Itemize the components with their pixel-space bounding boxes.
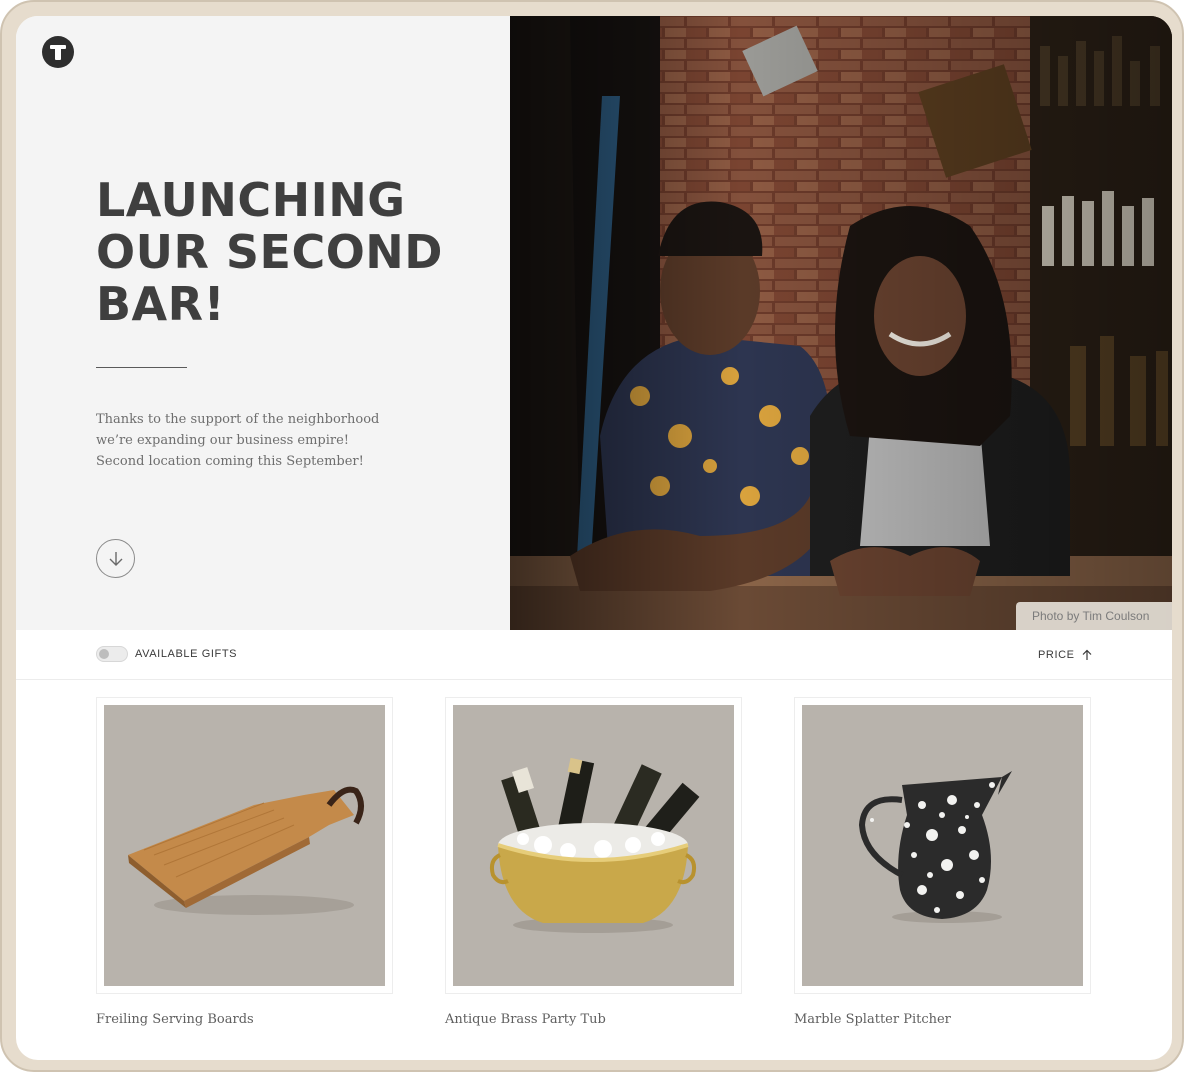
toggle-knob bbox=[99, 649, 109, 659]
hero-blurb: Thanks to the support of the neighborhoo… bbox=[96, 412, 380, 469]
product-image-frame[interactable] bbox=[794, 697, 1091, 994]
hero-section: LAUNCHING OUR SECOND BAR! Thanks to the … bbox=[16, 16, 1172, 630]
product-card: Antique Brass Party Tub bbox=[445, 697, 742, 1027]
sort-label: PRICE bbox=[1038, 649, 1075, 661]
scroll-down-button[interactable] bbox=[96, 539, 135, 578]
arrow-up-icon bbox=[1082, 649, 1092, 660]
screen: LAUNCHING OUR SECOND BAR! Thanks to the … bbox=[16, 16, 1172, 1060]
available-gifts-label: AVAILABLE GIFTS bbox=[135, 648, 238, 660]
hero-headline: LAUNCHING OUR SECOND BAR! bbox=[96, 173, 443, 331]
product-name[interactable]: Freiling Serving Boards bbox=[96, 1012, 393, 1027]
photo-credit: Photo by Tim Coulson bbox=[1016, 602, 1172, 630]
product-card: Marble Splatter Pitcher bbox=[794, 697, 1091, 1027]
product-name[interactable]: Marble Splatter Pitcher bbox=[794, 1012, 1091, 1027]
headline-divider bbox=[96, 367, 187, 368]
hero-photo: Photo by Tim Coulson bbox=[510, 16, 1172, 630]
t-logo-icon[interactable] bbox=[42, 36, 74, 68]
device-frame: LAUNCHING OUR SECOND BAR! Thanks to the … bbox=[0, 0, 1184, 1072]
pitcher-image bbox=[802, 705, 1083, 986]
serving-board-image bbox=[104, 705, 385, 986]
party-tub-image bbox=[453, 705, 734, 986]
product-name[interactable]: Antique Brass Party Tub bbox=[445, 1012, 742, 1027]
product-image-frame[interactable] bbox=[96, 697, 393, 994]
product-image-frame[interactable] bbox=[445, 697, 742, 994]
filter-bar: AVAILABLE GIFTS PRICE bbox=[16, 630, 1172, 680]
available-gifts-toggle[interactable] bbox=[96, 646, 128, 662]
arrow-down-circle-icon bbox=[109, 552, 123, 566]
hero-text-panel: LAUNCHING OUR SECOND BAR! Thanks to the … bbox=[16, 16, 510, 630]
product-card: Freiling Serving Boards bbox=[96, 697, 393, 1027]
sort-by-price-button[interactable]: PRICE bbox=[1038, 646, 1093, 664]
